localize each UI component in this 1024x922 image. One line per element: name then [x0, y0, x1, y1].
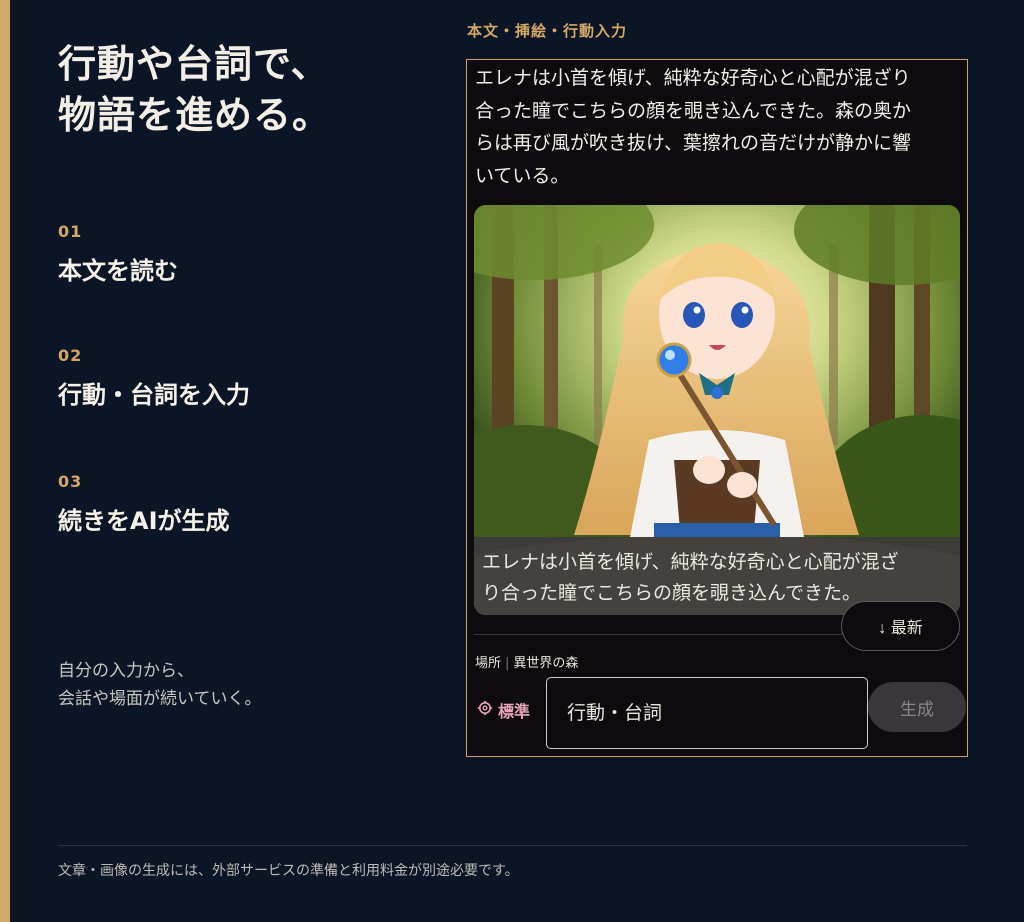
- story-panel: エレナは小首を傾げ、純粋な好奇心と心配が混ざり 合った瞳でこちらの顔を覗き込んで…: [466, 59, 968, 757]
- step-label: 本文を読む: [58, 257, 178, 285]
- latest-label: ↓ 最新: [878, 620, 923, 637]
- accent-sidebar-bar: [0, 0, 10, 922]
- step-3: 03 続きをAIが生成: [58, 472, 418, 536]
- story-text: エレナは小首を傾げ、純粋な好奇心と心配が混ざり 合った瞳でこちらの顔を覗き込んで…: [475, 62, 963, 192]
- panel-caption: 本文・挿絵・行動入力: [467, 22, 628, 40]
- story-line: エレナは小首を傾げ、純粋な好奇心と心配が混ざり: [475, 67, 911, 89]
- location-value: 異世界の森: [513, 656, 579, 671]
- story-illustration: エレナは小首を傾げ、純粋な好奇心と心配が混ざ り合った瞳でこちらの顔を覗き込んで…: [474, 205, 960, 615]
- generate-button[interactable]: 生成: [868, 682, 966, 732]
- action-input[interactable]: [546, 677, 868, 749]
- step-2: 02 行動・台詞を入力: [58, 346, 418, 410]
- hero-title: 行動や台詞で、 物語を進める。: [58, 38, 418, 140]
- mode-label: 標準: [498, 702, 531, 721]
- gear-icon: [477, 700, 493, 720]
- footer-divider: [58, 845, 967, 846]
- step-1: 01 本文を読む: [58, 222, 418, 286]
- story-line: らは再び風が吹き抜け、葉擦れの音だけが静かに響: [475, 132, 912, 154]
- location-label: 場所: [475, 656, 502, 671]
- footer-disclaimer: 文章・画像の生成には、外部サービスの準備と利用料金が別途必要です。: [58, 863, 519, 879]
- intro-note-line1: 自分の入力から、: [58, 661, 194, 681]
- intro-note: 自分の入力から、 会話や場面が続いていく。: [58, 657, 262, 713]
- step-number: 02: [58, 346, 83, 365]
- step-number: 01: [58, 222, 83, 241]
- story-line: いている。: [475, 164, 570, 187]
- step-number: 03: [58, 472, 83, 491]
- generate-label: 生成: [900, 699, 934, 719]
- step-label: 行動・台詞を入力: [58, 381, 250, 409]
- story-line: 合った瞳でこちらの顔を覗き込んできた。森の奥か: [475, 99, 912, 122]
- mode-toggle[interactable]: 標準: [477, 698, 530, 722]
- intro-note-line2: 会話や場面が続いていく。: [58, 689, 262, 709]
- hero-title-line1: 行動や台詞で、: [58, 41, 330, 86]
- step-label: 続きをAIが生成: [58, 507, 230, 535]
- location-separator: |: [505, 656, 510, 671]
- illustration-caption-line: エレナは小首を傾げ、純粋な好奇心と心配が混ざ: [482, 551, 899, 573]
- scroll-latest-button[interactable]: ↓ 最新: [841, 601, 960, 651]
- hero-title-line2: 物語を進める。: [58, 92, 332, 137]
- location-indicator: 場所 | 異世界の森: [475, 652, 578, 671]
